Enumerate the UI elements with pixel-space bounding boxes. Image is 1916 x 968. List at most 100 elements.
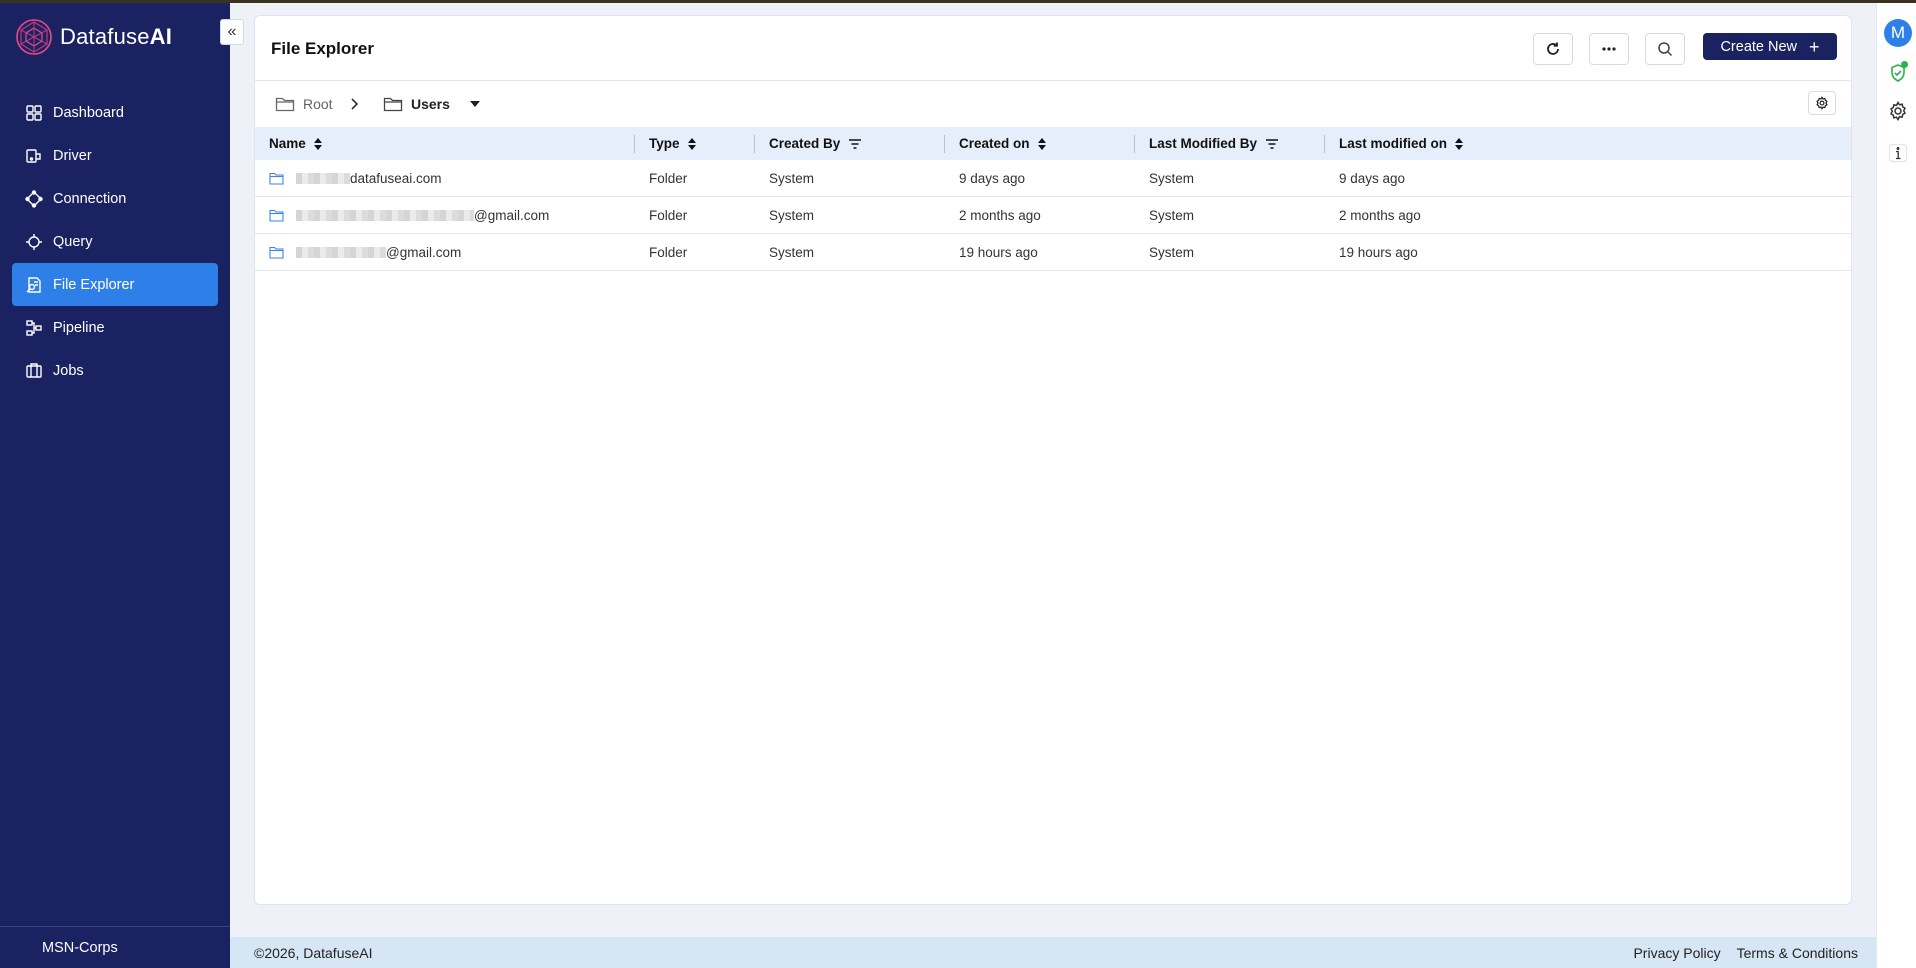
sidebar-item-driver[interactable]: Driver	[12, 134, 218, 177]
breadcrumb-label: Root	[303, 96, 333, 112]
sort-icon[interactable]	[687, 138, 696, 151]
cell-type: Folder	[649, 170, 688, 186]
sidebar-item-label: Jobs	[53, 362, 84, 379]
refresh-button[interactable]	[1533, 33, 1573, 65]
cell-created-on: 2 months ago	[959, 207, 1041, 223]
query-icon	[26, 233, 42, 250]
create-new-label: Create New	[1720, 38, 1798, 55]
cell-created-by: System	[769, 170, 815, 186]
refresh-icon	[1547, 42, 1559, 55]
filter-icon[interactable]	[848, 138, 862, 150]
sidebar-item-label: Driver	[53, 147, 92, 164]
table-row[interactable]: @gmail.com Folder System 19 hours ago Sy…	[255, 234, 1851, 271]
breadcrumb: Root Users	[255, 81, 1851, 127]
cell-type: Folder	[649, 207, 688, 223]
sidebar-item-label: Dashboard	[53, 104, 124, 121]
folder-icon	[383, 97, 403, 112]
gear-icon	[1816, 96, 1828, 110]
sidebar-item-label: Pipeline	[53, 319, 105, 336]
gear-icon[interactable]	[1888, 101, 1908, 121]
double-chevron-left-icon: «	[227, 23, 237, 40]
filter-icon[interactable]	[1265, 138, 1279, 150]
terms-link[interactable]: Terms & Conditions	[1737, 945, 1858, 961]
table-row[interactable]: @gmail.com Folder System 2 months ago Sy…	[255, 197, 1851, 234]
cell-type: Folder	[649, 244, 688, 260]
redacted-text	[296, 246, 386, 258]
sidebar-item-query[interactable]: Query	[12, 220, 218, 263]
cell-modified-on: 9 days ago	[1339, 170, 1406, 186]
brand-name: DatafuseAI	[60, 24, 173, 49]
sidebar-item-label: Connection	[53, 190, 127, 207]
column-header-last-modified-by[interactable]: Last Modified By	[1135, 127, 1325, 160]
caret-down-icon[interactable]	[469, 101, 480, 107]
privacy-policy-link[interactable]: Privacy Policy	[1633, 945, 1720, 961]
redacted-text	[296, 172, 350, 184]
page-title: File Explorer	[271, 39, 374, 58]
more-options-button[interactable]	[1589, 33, 1629, 65]
sidebar-item-connection[interactable]: Connection	[12, 177, 218, 220]
sort-icon[interactable]	[1455, 138, 1463, 151]
cell-modified-by: System	[1149, 244, 1195, 260]
right-rail: M	[1876, 3, 1916, 968]
folder-icon	[269, 209, 284, 222]
cell-modified-on: 2 months ago	[1339, 207, 1421, 223]
cell-created-by: System	[769, 244, 815, 260]
column-header-name[interactable]: Name	[255, 127, 635, 160]
sidebar-item-file-explorer[interactable]: File Explorer	[12, 263, 218, 306]
sidebar-item-label: Query	[53, 233, 93, 250]
cell-created-on: 19 hours ago	[959, 244, 1038, 260]
table-settings-button[interactable]	[1808, 91, 1836, 115]
column-header-created-on[interactable]: Created on	[945, 127, 1135, 160]
breadcrumb-current[interactable]: Users	[383, 95, 480, 113]
connection-icon	[25, 189, 43, 208]
folder-icon	[269, 246, 284, 259]
collapse-sidebar-button[interactable]: «	[220, 19, 244, 45]
chevron-right-icon	[351, 98, 359, 110]
search-button[interactable]	[1645, 33, 1685, 65]
sidebar-item-dashboard[interactable]: Dashboard	[12, 91, 218, 134]
create-new-button[interactable]: Create New +	[1703, 33, 1837, 60]
column-header-created-by[interactable]: Created By	[755, 127, 945, 160]
breadcrumb-label: Users	[411, 96, 450, 112]
cell-modified-by: System	[1149, 207, 1195, 223]
search-icon	[1658, 42, 1673, 57]
sidebar-item-jobs[interactable]: Jobs	[12, 349, 218, 392]
page-footer: ©2026, DatafuseAI Privacy Policy Terms &…	[230, 937, 1876, 968]
status-dot	[1901, 61, 1908, 68]
sort-icon[interactable]	[1037, 138, 1046, 151]
folder-icon	[269, 172, 284, 185]
more-horizontal-icon	[1602, 47, 1616, 51]
file-table: Name Type Created By Created on Last Mod…	[255, 127, 1851, 271]
sort-icon[interactable]	[313, 138, 322, 151]
jobs-icon	[26, 362, 42, 378]
cell-created-on: 9 days ago	[959, 170, 1026, 186]
folder-icon	[275, 97, 295, 112]
column-header-type[interactable]: Type	[635, 127, 755, 160]
top-border	[0, 0, 1916, 3]
org-switcher[interactable]: MSN-Corps	[0, 926, 230, 968]
datafuse-logo-icon	[16, 19, 52, 55]
column-header-last-modified-on[interactable]: Last modified on	[1325, 127, 1851, 160]
cell-modified-by: System	[1149, 170, 1195, 186]
sidebar-item-pipeline[interactable]: Pipeline	[12, 306, 218, 349]
file-explorer-panel: File Explorer Create New + Root Users Na…	[254, 15, 1852, 905]
table-header-row: Name Type Created By Created on Last Mod…	[255, 127, 1851, 160]
plus-icon: +	[1809, 36, 1820, 57]
pipeline-icon	[26, 319, 42, 336]
grid-icon	[26, 104, 42, 121]
file-explorer-icon	[26, 276, 41, 293]
panel-header: File Explorer Create New +	[255, 16, 1851, 81]
cell-name[interactable]: @gmail.com	[255, 234, 635, 270]
sidebar: DatafuseAI Dashboard Driver Connection Q…	[0, 3, 230, 968]
avatar[interactable]: M	[1884, 19, 1912, 47]
sidebar-nav: Dashboard Driver Connection Query File E…	[12, 91, 218, 392]
brand[interactable]: DatafuseAI	[14, 17, 172, 57]
copyright-text: ©2026, DatafuseAI	[254, 945, 373, 961]
info-icon[interactable]	[1888, 143, 1908, 163]
breadcrumb-root[interactable]: Root	[275, 95, 333, 113]
footer-links: Privacy Policy Terms & Conditions	[1633, 945, 1858, 961]
cell-name[interactable]: @gmail.com	[255, 197, 635, 233]
cell-name[interactable]: datafuseai.com	[255, 160, 635, 196]
table-row[interactable]: datafuseai.com Folder System 9 days ago …	[255, 160, 1851, 197]
cell-modified-on: 19 hours ago	[1339, 244, 1418, 260]
